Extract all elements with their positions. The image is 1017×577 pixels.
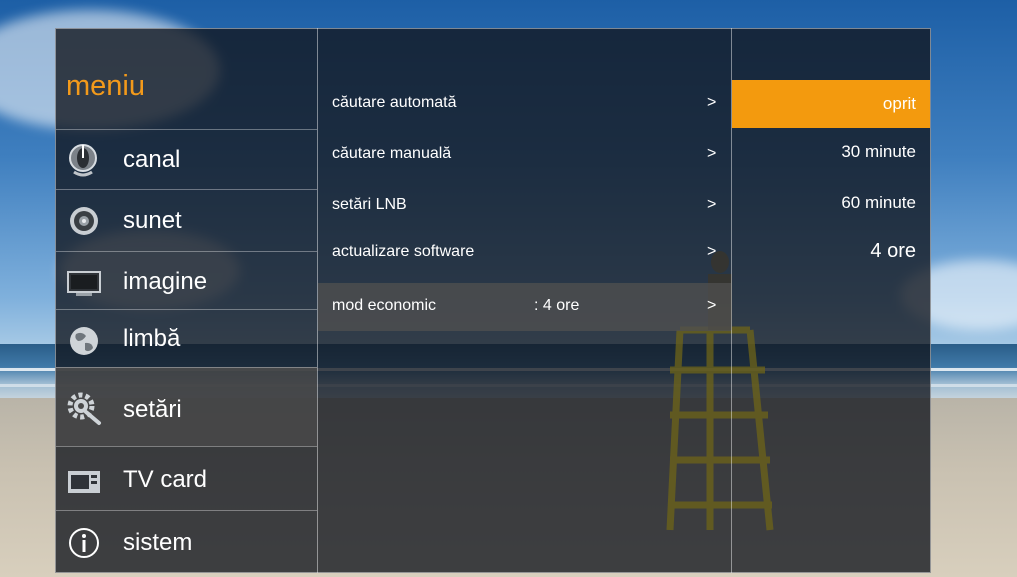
sidebar-item-label: sistem xyxy=(123,529,193,556)
chevron-right-icon: > xyxy=(707,297,717,314)
option-60-minute[interactable]: 60 minute xyxy=(732,180,930,228)
settings-row-cautare-manuala[interactable]: căutare manuală > xyxy=(318,130,731,178)
settings-row-label: actualizare software xyxy=(332,243,475,260)
sidebar-item-label: sunet xyxy=(123,207,182,234)
option-4-ore[interactable]: 4 ore xyxy=(732,227,930,275)
settings-row-label: căutare manuală xyxy=(332,145,452,162)
settings-row-actualizare-software[interactable]: actualizare software > xyxy=(318,228,731,276)
sidebar-item-sistem[interactable]: sistem xyxy=(56,510,317,573)
option-30-minute[interactable]: 30 minute xyxy=(732,129,930,177)
sidebar-item-label: limbă xyxy=(123,325,181,352)
menu-title: meniu xyxy=(66,70,145,102)
option-oprit[interactable]: oprit xyxy=(732,80,930,128)
settings-row-mod-economic[interactable]: mod economic : 4 ore > xyxy=(318,283,731,331)
option-label: 60 minute xyxy=(841,193,916,212)
settings-row-setari-lnb[interactable]: setări LNB > xyxy=(318,181,731,229)
sidebar-item-tv-card[interactable]: TV card xyxy=(56,446,317,510)
settings-row-label: setări LNB xyxy=(332,196,407,213)
option-label: 4 ore xyxy=(870,240,916,262)
settings-row-label: căutare automată xyxy=(332,94,457,111)
option-label: 30 minute xyxy=(841,142,916,161)
sidebar-item-label: canal xyxy=(123,146,181,173)
chevron-right-icon: > xyxy=(707,94,717,111)
sidebar-item-label: TV card xyxy=(123,466,208,493)
chevron-right-icon: > xyxy=(707,196,717,213)
sidebar-item-imagine[interactable]: imagine xyxy=(56,251,317,309)
gear-wrench-icon xyxy=(67,392,101,425)
sidebar-item-label: setări xyxy=(123,396,182,423)
info-icon xyxy=(69,528,99,558)
monitor-icon xyxy=(67,271,101,296)
settings-row-label: mod economic xyxy=(332,297,437,314)
sidebar-item-setari[interactable]: setări xyxy=(56,367,317,446)
sidebar-item-label: imagine xyxy=(123,268,208,295)
satellite-dish-icon xyxy=(69,144,97,177)
sidebar-item-canal[interactable]: canal xyxy=(56,129,317,189)
settings-row-cautare-automata[interactable]: căutare automată > xyxy=(318,79,731,127)
tv-card-icon xyxy=(68,471,100,493)
settings-row-value: : 4 ore xyxy=(534,297,580,314)
option-label: oprit xyxy=(882,94,916,113)
chevron-right-icon: > xyxy=(707,145,717,162)
globe-icon xyxy=(70,327,98,355)
sidebar-item-sunet[interactable]: sunet xyxy=(56,189,317,251)
speaker-icon xyxy=(70,207,98,235)
sidebar-item-limba[interactable]: limbă xyxy=(56,309,317,367)
chevron-right-icon: > xyxy=(707,243,717,260)
